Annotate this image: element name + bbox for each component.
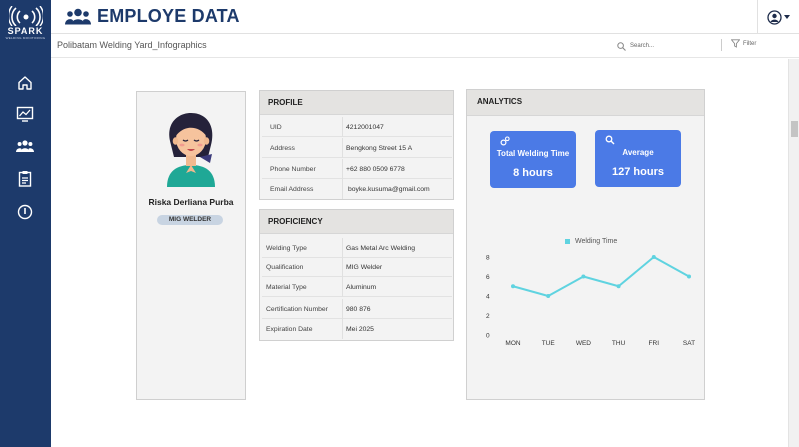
row-value: MIG Welder [346,264,383,271]
legend-swatch [565,239,570,244]
row-value: Aluminum [346,284,377,291]
home-icon[interactable] [13,73,37,93]
table-row: Address Bengkong Street 15 A [262,138,452,158]
profile-panel: PROFILE UID 4212001047 Address Bengkong St… [259,90,454,200]
chevron-down-icon [784,15,790,19]
cell-divider [342,179,343,199]
stat-value: 127 hours [612,166,664,178]
cell-divider [342,277,343,297]
filter-icon [731,39,740,48]
top-bar: EMPLOYE DATA [51,0,799,34]
role-badge: MIG WELDER [157,215,223,225]
row-value: 980 876 [346,306,371,313]
table-row: Material Type Aluminum [262,277,452,297]
row-key: Phone Number [270,166,316,173]
profile-title: PROFILE [260,91,453,115]
row-key: Welding Type [266,245,307,252]
cell-divider [342,257,343,277]
table-row: Phone Number +62 880 0509 6778 [262,159,452,179]
row-key: Expiration Date [266,326,313,333]
analytics-title: ANALYTICS [467,90,704,116]
row-key: Qualification [266,264,304,271]
cell-divider [342,117,343,137]
user-circle-icon [767,9,782,25]
table-row: UID 4212001047 [262,117,452,137]
row-key: UID [270,124,282,131]
table-row: Welding Type Gas Metal Arc Welding [262,238,452,258]
sub-bar: Polibatam Welding Yard_Infographics Sear… [51,34,799,58]
cell-divider [342,299,343,319]
cell-divider [342,138,343,158]
legend-label: Welding Time [575,238,618,245]
breadcrumb: Polibatam Welding Yard_Infographics [57,40,207,50]
employee-card: Riska Derliana Purba MIG WELDER [136,91,246,400]
filter-label: Filter [743,40,757,47]
signal-logo-icon [8,6,43,26]
cell-divider [342,238,343,258]
cell-divider [342,159,343,179]
search-placeholder: Search... [630,43,655,49]
brand-name: SPARK [7,26,44,36]
magnifier-icon [605,135,615,145]
row-value: Gas Metal Arc Welding [346,245,416,252]
monitor-chart-icon[interactable] [13,104,37,124]
average-card: Average 127 hours [595,130,681,187]
stat-value: 8 hours [513,167,553,179]
row-value: Mei 2025 [346,326,374,333]
employee-name: Riska Derliana Purba [148,197,234,207]
total-welding-time-card: Total Welding Time 8 hours [490,131,576,188]
row-key: Material Type [266,284,307,291]
chart-legend: Welding Time [565,238,617,245]
table-row: Qualification MIG Welder [262,257,452,277]
search-icon [617,41,626,51]
row-value: boyke.kusuma@gmail.com [348,186,430,193]
page-title: EMPLOYE DATA [97,6,240,26]
clipboard-icon[interactable] [13,168,37,188]
divider [721,39,722,51]
row-key: Email Address [270,186,314,193]
scrollbar[interactable] [788,59,799,447]
stat-label: Total Welding Time [496,149,570,158]
table-row: Email Address boyke.kusuma@gmail.com [262,179,452,199]
filter-button[interactable]: Filter [731,39,756,48]
cell-divider [342,319,343,339]
row-value: +62 880 0509 6778 [346,166,405,173]
power-icon[interactable] [13,202,37,222]
avatar [167,113,215,187]
brand-subtitle: WELDING MONITORING [5,36,46,40]
search-input[interactable]: Search... [617,39,717,53]
sidebar: SPARK WELDING MONITORING [0,0,51,447]
row-key: Address [270,145,295,152]
proficiency-title: PROFICIENCY [260,210,453,234]
stat-label: Average [622,148,654,157]
row-value: Bengkong Street 15 A [346,145,413,152]
users-group-icon [65,8,91,25]
scrollbar-thumb[interactable] [791,121,798,137]
table-row: Expiration Date Mei 2025 [262,319,452,339]
table-row: Certification Number 980 876 [262,299,452,319]
user-menu-button[interactable] [757,0,799,34]
proficiency-panel: PROFICIENCY Welding Type Gas Metal Arc We… [259,209,454,341]
row-value: 4212001047 [346,124,384,131]
row-key: Certification Number [266,306,328,313]
brand-logo: SPARK WELDING MONITORING [4,6,47,46]
users-icon[interactable] [13,136,37,156]
gears-icon [500,136,510,146]
